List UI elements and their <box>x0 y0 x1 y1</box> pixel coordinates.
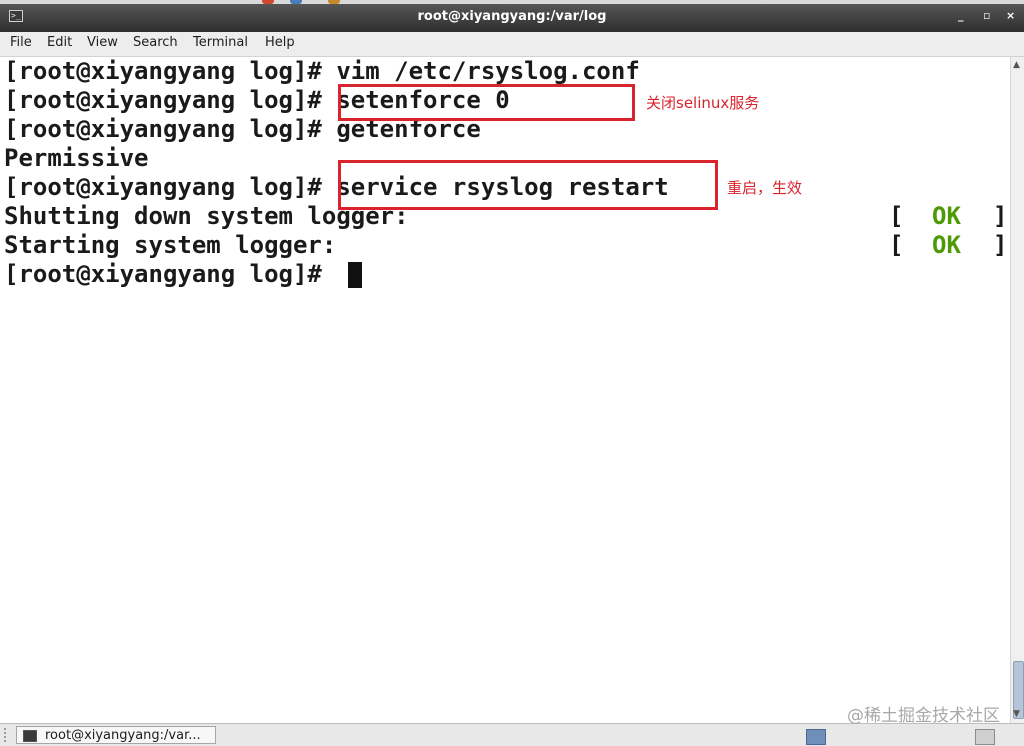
maximize-icon[interactable]: ▫ <box>983 9 990 22</box>
window-titlebar[interactable]: >_ root@xiyangyang:/var/log _ ▫ × <box>0 0 1024 33</box>
annotation-disable-selinux: 关闭selinux服务 <box>646 94 760 112</box>
workspace-switcher-icon[interactable] <box>806 729 826 745</box>
trash-icon[interactable] <box>975 729 995 745</box>
panel-launcher-icon[interactable] <box>328 0 340 4</box>
terminal-cursor <box>348 262 362 288</box>
menu-terminal[interactable]: Terminal <box>193 35 248 50</box>
highlight-box-setenforce <box>338 84 635 121</box>
menu-view[interactable]: View <box>87 35 118 50</box>
status-bracket-open: [ <box>889 202 904 230</box>
terminal-output[interactable]: [root@xiyangyang log]# vim /etc/rsyslog.… <box>0 57 1010 723</box>
menu-file[interactable]: File <box>10 35 32 50</box>
status-bracket-close: ] <box>993 202 1008 230</box>
menu-search[interactable]: Search <box>133 35 178 50</box>
annotation-restart-takes-effect: 重启，生效 <box>727 179 803 197</box>
terminal-line: Permissive <box>4 144 149 172</box>
status-bracket-close: ] <box>993 231 1008 259</box>
scroll-up-icon[interactable]: ▲ <box>1013 60 1020 70</box>
taskbar-window-label: root@xiyangyang:/var... <box>45 728 201 743</box>
taskbar-grip <box>4 728 12 742</box>
taskbar: root@xiyangyang:/var... <box>0 723 1024 746</box>
menu-edit[interactable]: Edit <box>47 35 72 50</box>
panel-launcher-icon[interactable] <box>290 0 302 4</box>
minimize-icon[interactable]: _ <box>958 9 964 22</box>
status-ok: OK <box>932 202 961 230</box>
taskbar-window-button[interactable]: root@xiyangyang:/var... <box>16 726 216 744</box>
status-ok: OK <box>932 231 961 259</box>
highlight-box-restart <box>338 160 718 210</box>
close-icon[interactable]: × <box>1006 9 1015 22</box>
terminal-icon <box>23 730 37 742</box>
terminal-line: [root@xiyangyang log]# vim /etc/rsyslog.… <box>4 57 640 85</box>
terminal-line: [root@xiyangyang log]# <box>4 260 337 288</box>
watermark: @稀土掘金技术社区 <box>847 706 1000 726</box>
menu-bar: File Edit View Search Terminal Help <box>0 32 1024 57</box>
scroll-down-icon[interactable]: ▼ <box>1013 709 1020 719</box>
terminal-scrollbar[interactable]: ▲ ▼ <box>1010 57 1024 723</box>
panel-launcher-icon[interactable] <box>262 0 274 4</box>
window-title: root@xiyangyang:/var/log <box>417 9 607 24</box>
top-panel-strip <box>0 0 1024 4</box>
terminal-line: Starting system logger: <box>4 231 337 259</box>
status-bracket-open: [ <box>889 231 904 259</box>
menu-help[interactable]: Help <box>265 35 295 50</box>
